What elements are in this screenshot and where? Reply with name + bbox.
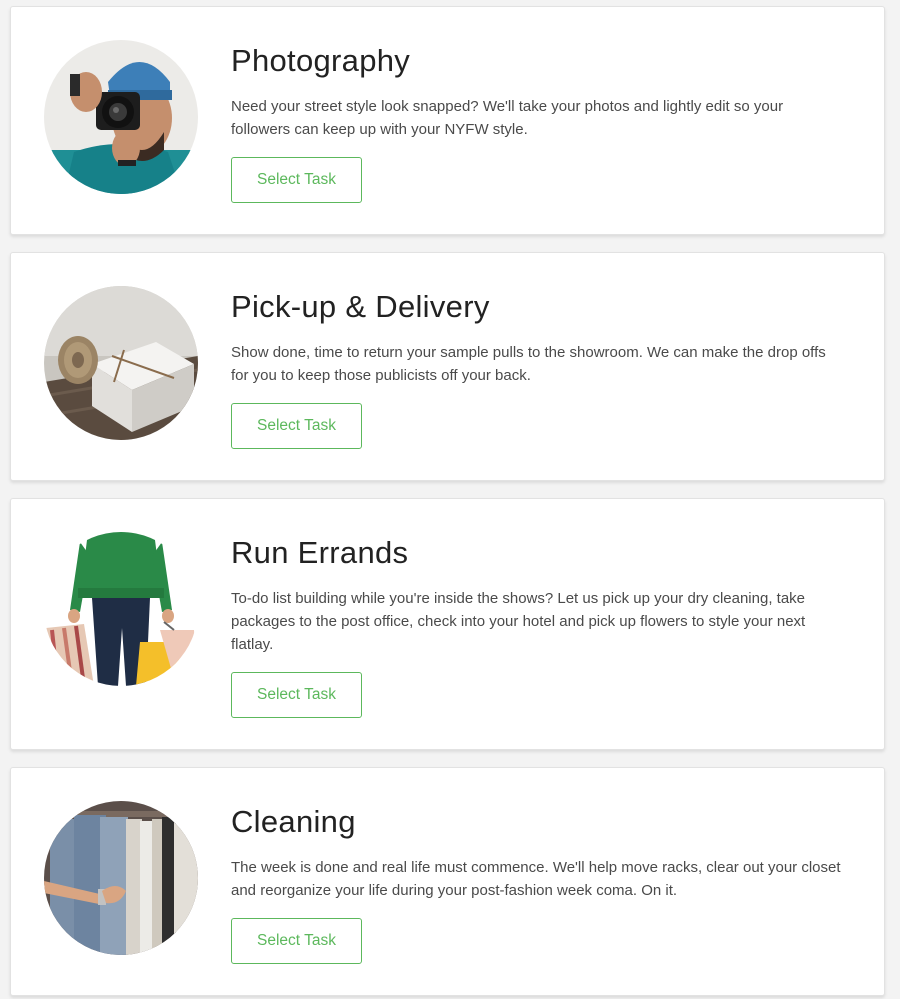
task-description: The week is done and real life must comm…	[231, 859, 841, 899]
task-title: Cleaning	[231, 804, 356, 839]
task-description: Need your street style look snapped? We'…	[231, 98, 784, 138]
select-task-button[interactable]: Select Task	[231, 403, 362, 449]
task-title: Photography	[231, 43, 411, 78]
task-title: Run Errands	[231, 535, 409, 570]
boxes-and-twine-photo	[44, 286, 198, 440]
task-card-cleaning: Cleaning The week is done and real life …	[10, 767, 885, 996]
task-card-pickup-delivery: Pick-up & Delivery Show done, time to re…	[10, 252, 885, 481]
task-description: To-do list building while you're inside …	[231, 590, 806, 653]
task-description: Show done, time to return your sample pu…	[231, 344, 826, 384]
task-card-run-errands: Run Errands To-do list building while yo…	[10, 498, 885, 750]
shopper-with-bags-photo	[44, 532, 198, 686]
select-task-button[interactable]: Select Task	[231, 672, 362, 718]
select-task-button[interactable]: Select Task	[231, 918, 362, 964]
clothing-rack-photo	[44, 801, 198, 955]
photographer-photo	[44, 40, 198, 194]
select-task-button[interactable]: Select Task	[231, 157, 362, 203]
task-card-photography: Photography Need your street style look …	[10, 6, 885, 235]
task-title: Pick-up & Delivery	[231, 289, 490, 324]
